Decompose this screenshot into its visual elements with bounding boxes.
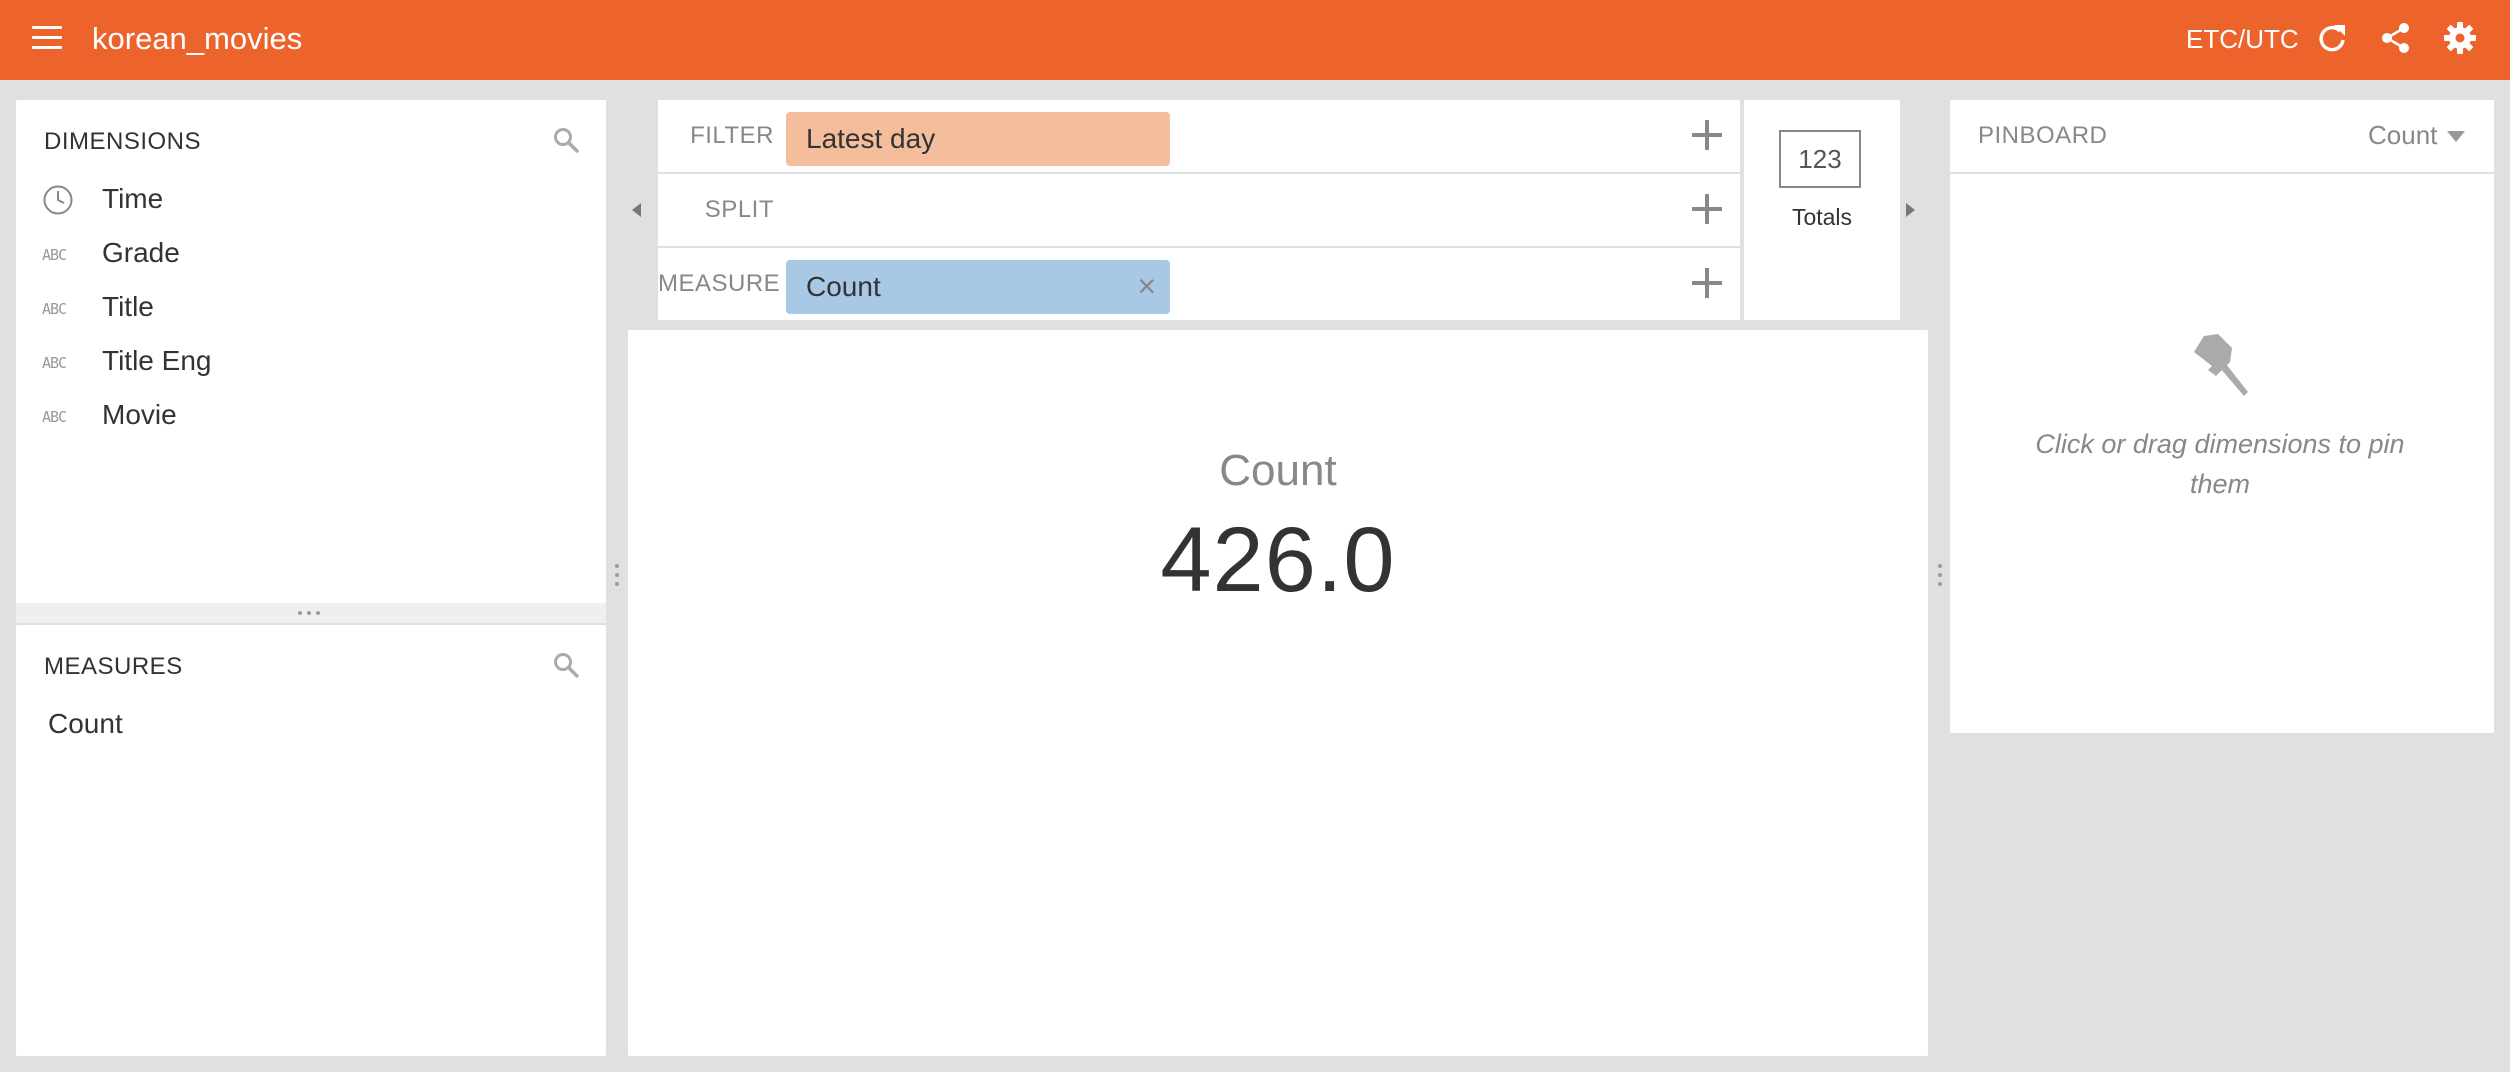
dimension-label: Title Eng: [102, 345, 212, 376]
dimension-item-time[interactable]: Time: [16, 174, 596, 224]
svg-text:ABC: ABC: [42, 354, 66, 372]
dimension-item-title[interactable]: ABC Title: [16, 282, 596, 332]
filter-label: FILTER: [690, 122, 774, 149]
dimensions-panel: DIMENSIONS Time ABC Grade ABC Title ABC …: [16, 100, 606, 603]
collapse-left-arrow-icon[interactable]: [632, 203, 641, 217]
refresh-icon[interactable]: [2314, 20, 2350, 56]
search-icon[interactable]: [552, 126, 580, 154]
string-icon: ABC: [42, 300, 67, 318]
collapse-right-arrow-icon[interactable]: [1906, 203, 1915, 217]
dimension-label: Time: [102, 183, 164, 214]
visualization-panel: [628, 330, 1928, 1056]
filter-pill-label: Latest day: [806, 123, 936, 154]
dimension-label: Grade: [102, 237, 180, 268]
pinboard-empty-message: Click or drag dimensions to pin them: [2035, 429, 2405, 499]
grip-dots: [298, 611, 320, 615]
pin-icon: [2194, 334, 2248, 396]
measure-label: MEASURE: [658, 270, 781, 297]
dimensions-title: DIMENSIONS: [44, 128, 202, 155]
total-measure-title: Count: [1219, 446, 1337, 495]
pinboard-title: PINBOARD: [1978, 122, 2108, 149]
totals-viz-icon: 123: [1779, 130, 1861, 188]
string-icon: ABC: [42, 246, 67, 264]
settings-icon[interactable]: [2442, 20, 2478, 56]
measure-item-count[interactable]: Count: [16, 699, 596, 749]
add-filter-plus-icon[interactable]: [1690, 118, 1724, 152]
search-icon[interactable]: [552, 651, 580, 679]
add-measure-plus-icon[interactable]: [1690, 266, 1724, 300]
visualization-label: Totals: [1791, 204, 1853, 230]
clock-icon: [43, 185, 73, 215]
measures-title: MEASURES: [44, 653, 183, 680]
filter-pill-latest-day[interactable]: Latest day: [786, 112, 1170, 166]
split-row: SPLIT: [658, 174, 1740, 248]
filter-row: FILTER Latest day: [658, 100, 1740, 174]
pinboard-sort-dropdown[interactable]: Count: [2368, 120, 2437, 151]
dimension-item-title-eng[interactable]: ABC Title Eng: [16, 336, 596, 386]
pinboard-divider: [1950, 172, 2494, 174]
total-measure-value: 426.0: [1160, 509, 1396, 611]
left-resize-handle[interactable]: [615, 564, 619, 586]
timezone-selector[interactable]: ETC/UTC: [2186, 22, 2299, 56]
right-resize-handle[interactable]: [1938, 564, 1942, 586]
measure-pill-count[interactable]: Count ×: [786, 260, 1170, 314]
chevron-down-icon[interactable]: [2447, 131, 2465, 142]
add-split-plus-icon[interactable]: [1690, 192, 1724, 226]
datasource-title[interactable]: korean_movies: [92, 19, 302, 59]
top-bar: korean_movies ETC/UTC: [0, 0, 2510, 80]
measure-pill-label: Count: [806, 271, 881, 302]
dimension-item-grade[interactable]: ABC Grade: [16, 228, 596, 278]
string-icon: ABC: [42, 354, 67, 372]
measure-label: Count: [48, 708, 123, 739]
svg-text:ABC: ABC: [42, 246, 66, 264]
split-label: SPLIT: [704, 196, 774, 223]
measure-row: MEASURE Count ×: [658, 248, 1740, 320]
dimension-label: Movie: [102, 399, 177, 430]
dimension-label: Title: [102, 291, 154, 322]
share-icon[interactable]: [2378, 20, 2414, 56]
remove-measure-close-icon[interactable]: ×: [1137, 268, 1156, 304]
string-icon: ABC: [42, 408, 67, 426]
visualization-selector[interactable]: 123 Totals: [1744, 100, 1900, 320]
menu-icon[interactable]: [32, 26, 64, 50]
measures-panel: MEASURES Count: [16, 625, 606, 1056]
svg-text:ABC: ABC: [42, 300, 66, 318]
pinboard-panel: PINBOARD: [1950, 100, 2494, 733]
svg-text:ABC: ABC: [42, 408, 66, 426]
panel-resize-handle[interactable]: [16, 603, 606, 623]
dimension-item-movie[interactable]: ABC Movie: [16, 390, 596, 440]
